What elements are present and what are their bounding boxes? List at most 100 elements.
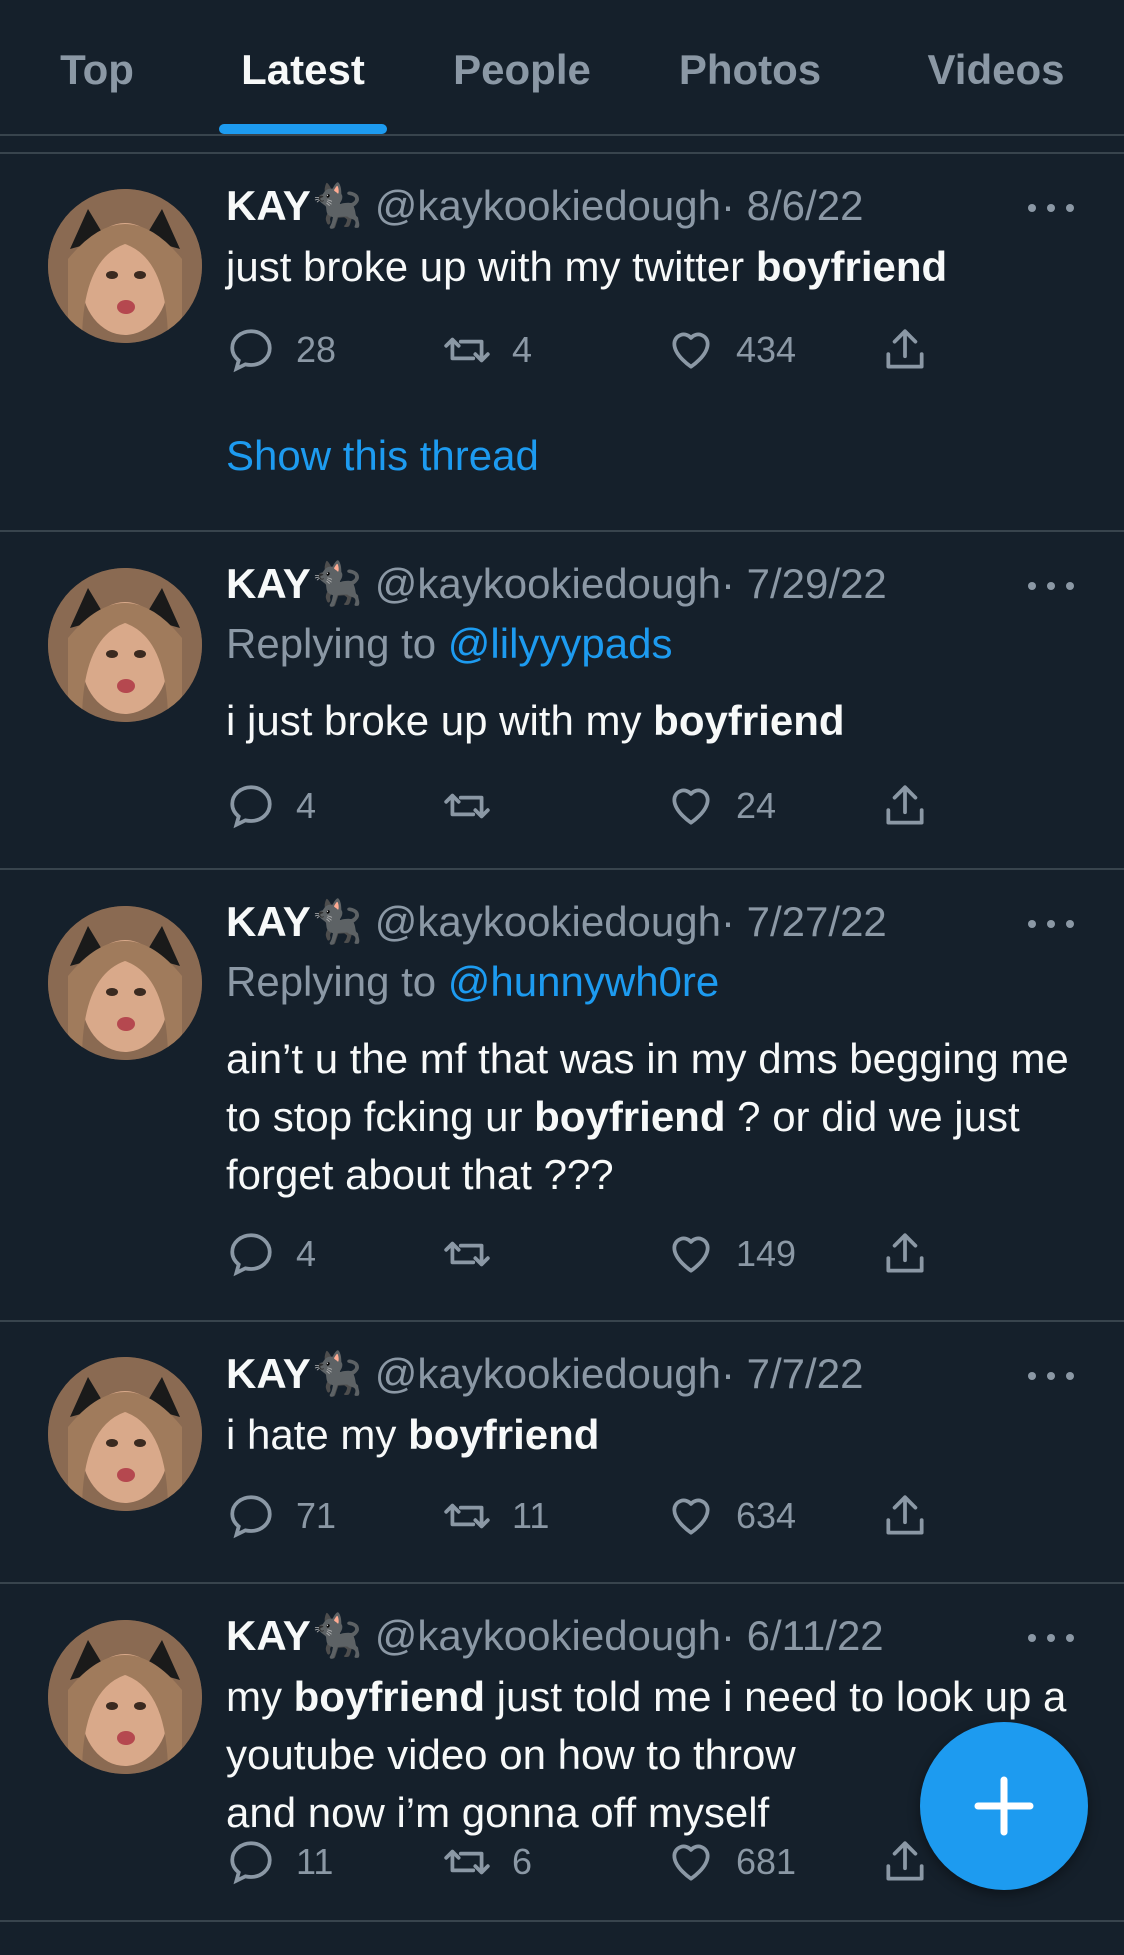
more-options-icon[interactable]	[1026, 914, 1076, 934]
more-options-icon[interactable]	[1026, 576, 1076, 596]
reply-button[interactable]: 71	[226, 1488, 336, 1544]
like-button[interactable]: 634	[666, 1488, 796, 1544]
username[interactable]: @kaykookiedough	[375, 898, 721, 945]
retweet-icon	[444, 1241, 490, 1267]
more-options-icon[interactable]	[1026, 1628, 1076, 1648]
cat-emoji: 🐈‍⬛	[310, 182, 364, 229]
retweet-button[interactable]	[442, 778, 512, 834]
reply-count: 28	[296, 329, 337, 370]
heart-icon	[672, 332, 710, 369]
tweet-text: just broke up with my twitter boyfriend	[226, 243, 948, 290]
retweet-button[interactable]: 11	[442, 1488, 549, 1544]
username[interactable]: @kaykookiedough	[375, 560, 721, 607]
display-name[interactable]: KAY	[226, 1350, 311, 1397]
tweet-actions: 4 149	[226, 1226, 966, 1282]
like-button[interactable]: 149	[666, 1226, 796, 1282]
avatar[interactable]	[48, 1357, 202, 1511]
tab-top[interactable]: Top	[44, 42, 150, 98]
mention-link[interactable]: @hunnywh0re	[448, 958, 719, 1005]
tweet[interactable]: KAY🐈‍⬛ @kaykookiedough· 7/7/22 i hate my…	[0, 1322, 1124, 1584]
retweet-count: 11	[512, 1495, 550, 1536]
retweet-icon	[444, 337, 490, 363]
reply-icon	[230, 1233, 272, 1277]
avatar[interactable]	[48, 1620, 202, 1774]
reply-button[interactable]: 4	[226, 778, 316, 834]
tweet-actions: 4 24	[226, 778, 966, 834]
share-icon	[886, 1233, 924, 1273]
heart-icon	[672, 788, 710, 825]
username[interactable]: @kaykookiedough	[375, 1350, 721, 1397]
tweet-actions: 11 6 681	[226, 1834, 966, 1890]
like-button[interactable]: 681	[666, 1834, 796, 1890]
replying-to: Replying to @lilyyypads	[226, 620, 673, 667]
search-tabs: Top Latest People Photos Videos	[0, 0, 1124, 136]
more-options-icon[interactable]	[1026, 1366, 1076, 1386]
avatar[interactable]	[48, 568, 202, 722]
retweet-button[interactable]: 6	[442, 1834, 532, 1890]
mention-link[interactable]: @lilyyypads	[448, 620, 673, 667]
display-name[interactable]: KAY	[226, 1612, 311, 1659]
reply-button[interactable]: 28	[226, 322, 336, 378]
tweet-date: · 7/27/22	[721, 898, 887, 945]
share-button[interactable]	[880, 322, 930, 378]
retweet-button[interactable]: 4	[442, 322, 532, 378]
tab-videos[interactable]: Videos	[916, 42, 1076, 98]
tweet-date: · 7/29/22	[721, 560, 887, 607]
like-button[interactable]: 434	[666, 322, 796, 378]
tweet[interactable]: KAY🐈‍⬛ @kaykookiedough· 7/27/22 Replying…	[0, 870, 1124, 1322]
share-icon	[886, 785, 924, 825]
reply-count: 4	[296, 1233, 317, 1274]
username[interactable]: @kaykookiedough	[375, 1612, 721, 1659]
tweet-date: · 7/7/22	[721, 1350, 864, 1397]
like-button[interactable]: 24	[666, 778, 776, 834]
tab-latest[interactable]: Latest	[222, 42, 384, 98]
reply-count: 71	[296, 1495, 337, 1536]
share-button[interactable]	[880, 1226, 930, 1282]
tweet-text: i just broke up with my boyfriend	[226, 697, 845, 744]
share-icon	[886, 1495, 924, 1535]
cat-emoji: 🐈‍⬛	[310, 1612, 364, 1659]
tweet-header: KAY🐈‍⬛ @kaykookiedough· 8/6/22	[226, 180, 863, 232]
display-name[interactable]: KAY	[226, 898, 311, 945]
like-count: 681	[736, 1841, 797, 1882]
tweet-actions: 71 11 634	[226, 1488, 966, 1544]
tab-photos[interactable]: Photos	[664, 42, 836, 98]
display-name[interactable]: KAY	[226, 560, 311, 607]
tweet-header: KAY🐈‍⬛ @kaykookiedough· 7/29/22	[226, 558, 887, 610]
compose-tweet-button[interactable]	[920, 1722, 1088, 1890]
reply-count: 4	[296, 785, 317, 826]
like-count: 634	[736, 1495, 797, 1536]
tweet[interactable]: KAY🐈‍⬛ @kaykookiedough· 8/6/22 just brok…	[0, 154, 1124, 532]
avatar[interactable]	[48, 906, 202, 1060]
more-options-icon[interactable]	[1026, 198, 1076, 218]
retweet-icon	[444, 793, 490, 819]
tweet-text: ain’t u the mf that was in my dms beggin…	[226, 1035, 1069, 1198]
reply-icon	[230, 329, 272, 373]
reply-button[interactable]: 11	[226, 1834, 333, 1890]
username[interactable]: @kaykookiedough	[375, 182, 721, 229]
reply-icon	[230, 785, 272, 829]
tweet-date: · 8/6/22	[721, 182, 864, 229]
like-count: 149	[736, 1233, 797, 1274]
plus-icon	[974, 1776, 1034, 1836]
reply-button[interactable]: 4	[226, 1226, 316, 1282]
cat-emoji: 🐈‍⬛	[310, 1350, 364, 1397]
tweet-text: i hate my boyfriend	[226, 1411, 600, 1458]
divider	[0, 1920, 1124, 1922]
like-count: 434	[736, 329, 797, 370]
avatar[interactable]	[48, 189, 202, 343]
display-name[interactable]: KAY	[226, 182, 311, 229]
retweet-count: 6	[512, 1841, 533, 1882]
share-button[interactable]	[880, 778, 930, 834]
tweet-actions: 28 4 434	[226, 322, 966, 378]
tweet[interactable]: KAY🐈‍⬛ @kaykookiedough· 7/29/22 Replying…	[0, 532, 1124, 870]
tweet-header: KAY🐈‍⬛ @kaykookiedough· 7/7/22	[226, 1348, 863, 1400]
reply-icon	[230, 1841, 272, 1885]
share-icon	[886, 329, 924, 369]
reply-icon	[230, 1495, 272, 1539]
reply-count: 11	[296, 1841, 334, 1882]
share-button[interactable]	[880, 1488, 930, 1544]
show-thread-link[interactable]: Show this thread	[226, 430, 539, 482]
tab-people[interactable]: People	[440, 42, 604, 98]
retweet-button[interactable]	[442, 1226, 512, 1282]
